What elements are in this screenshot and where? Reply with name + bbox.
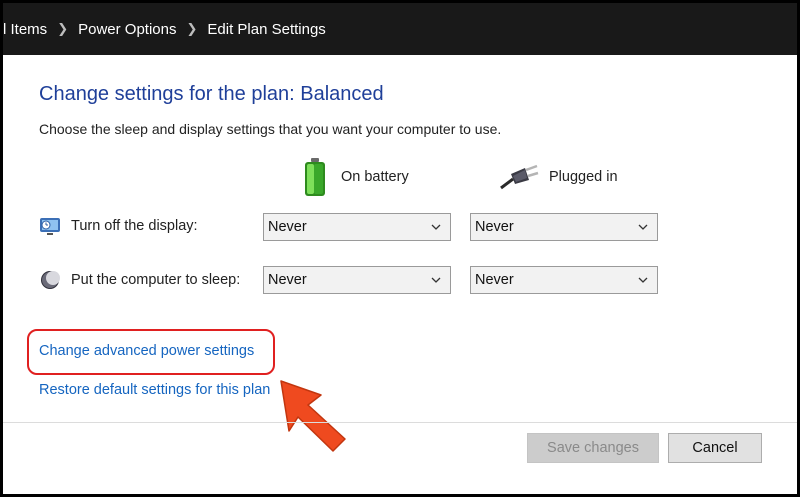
breadcrumb-item-edit-plan-settings[interactable]: Edit Plan Settings: [207, 21, 325, 38]
breadcrumb-separator-icon: ❯: [186, 21, 198, 36]
footer-divider: [3, 422, 797, 423]
moon-icon: [41, 271, 60, 289]
column-header-plugged-in: Plugged in: [499, 157, 618, 197]
chevron-down-icon: [431, 224, 441, 230]
change-advanced-power-settings-link[interactable]: Change advanced power settings: [39, 343, 254, 359]
chevron-down-icon: [638, 224, 648, 230]
cancel-button[interactable]: Cancel: [668, 433, 762, 463]
column-label-plugged-in: Plugged in: [549, 169, 618, 185]
setting-row-sleep: Put the computer to sleep:: [39, 269, 240, 291]
sleep-plugged-in-select[interactable]: Never: [470, 266, 658, 294]
display-plugged-in-select[interactable]: Never: [470, 213, 658, 241]
window: l Items ❯ Power Options ❯ Edit Plan Sett…: [3, 3, 797, 494]
plug-icon: [500, 164, 539, 190]
save-changes-button[interactable]: Save changes: [527, 433, 659, 463]
column-label-on-battery: On battery: [341, 169, 409, 185]
setting-row-display: Turn off the display:: [39, 215, 198, 237]
column-header-on-battery: On battery: [303, 157, 409, 197]
setting-label-sleep: Put the computer to sleep:: [71, 272, 241, 288]
breadcrumb-item-power-options[interactable]: Power Options: [78, 21, 176, 38]
breadcrumb-item-control-panel-items[interactable]: l Items: [3, 21, 47, 38]
setting-label-display: Turn off the display:: [71, 218, 198, 234]
breadcrumb-separator-icon: ❯: [57, 21, 69, 36]
breadcrumb: l Items ❯ Power Options ❯ Edit Plan Sett…: [3, 3, 797, 55]
display-on-battery-select[interactable]: Never: [263, 213, 451, 241]
chevron-down-icon: [638, 277, 648, 283]
sleep-plugged-in-value: Never: [475, 272, 514, 288]
page-title: Change settings for the plan: Balanced: [39, 83, 384, 105]
display-icon: [40, 218, 60, 235]
battery-icon: [305, 158, 325, 196]
red-arrow-icon: [280, 380, 346, 452]
display-plugged-in-value: Never: [475, 219, 514, 235]
chevron-down-icon: [431, 277, 441, 283]
sleep-on-battery-value: Never: [268, 272, 307, 288]
sleep-on-battery-select[interactable]: Never: [263, 266, 451, 294]
display-on-battery-value: Never: [268, 219, 307, 235]
restore-default-settings-link[interactable]: Restore default settings for this plan: [39, 382, 270, 398]
page-subtitle: Choose the sleep and display settings th…: [39, 121, 502, 137]
